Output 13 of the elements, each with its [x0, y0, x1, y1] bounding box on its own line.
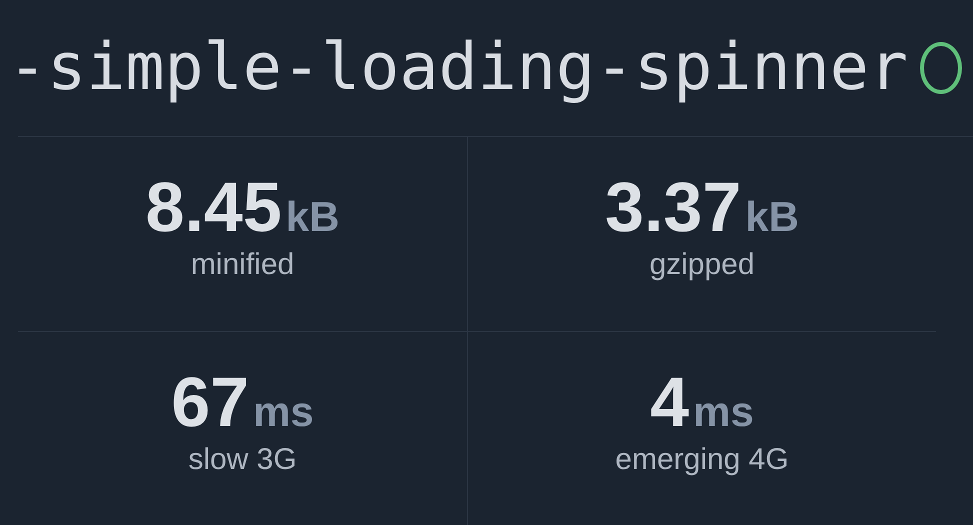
- stat-label: gzipped: [649, 248, 755, 282]
- stat-label: slow 3G: [188, 443, 297, 477]
- version-ring-icon: [920, 42, 962, 94]
- stat-unit: kB: [286, 196, 340, 238]
- stat-value: 8.45: [146, 172, 282, 242]
- stat-label: minified: [190, 248, 294, 282]
- stat-unit: ms: [253, 391, 314, 433]
- stat-label: emerging 4G: [615, 443, 789, 477]
- stat-unit: kB: [745, 196, 799, 238]
- stat-value: 4: [650, 367, 690, 437]
- stat-unit: ms: [693, 391, 754, 433]
- stat-value: 67: [171, 367, 250, 437]
- stat-value: 3.37: [605, 172, 742, 242]
